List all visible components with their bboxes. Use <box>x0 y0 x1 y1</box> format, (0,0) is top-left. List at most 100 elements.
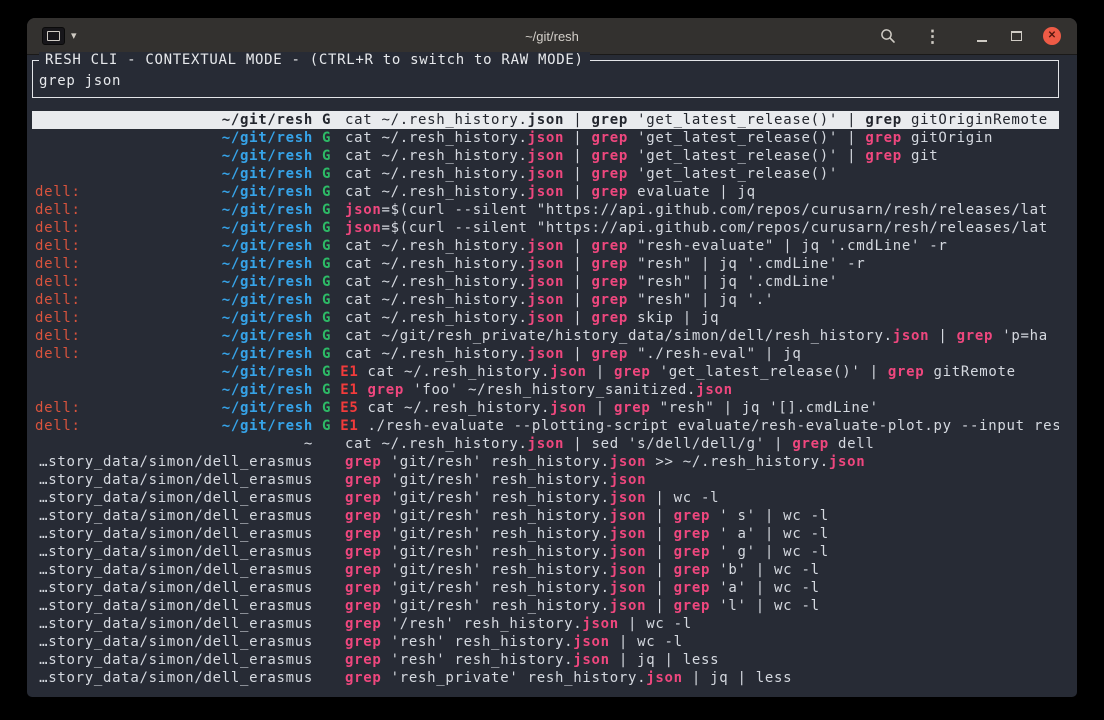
row-flags <box>322 471 336 489</box>
history-row[interactable]: ~/git/reshGcat ~/.resh_history.json | gr… <box>32 165 1059 183</box>
row-command: cat ~/.resh_history.json | grep 'get_lat… <box>345 111 1059 129</box>
history-row[interactable]: dell:~/git/reshG E5cat ~/.resh_history.j… <box>32 399 1059 417</box>
history-row[interactable]: …story_data/simon/dell_erasmusgrep 'git/… <box>32 561 1059 579</box>
row-command: cat ~/.resh_history.json | sed 's/dell/d… <box>345 435 1059 453</box>
match-highlight: grep <box>674 580 711 596</box>
history-row[interactable]: dell:~/git/reshGcat ~/.resh_history.json… <box>32 309 1059 327</box>
history-row[interactable]: ~/git/reshG E1cat ~/.resh_history.json |… <box>32 363 1059 381</box>
history-row[interactable]: …story_data/simon/dell_erasmusgrep 'git/… <box>32 543 1059 561</box>
history-row[interactable]: ~/git/reshGcat ~/.resh_history.json | gr… <box>32 147 1059 165</box>
new-tab-button[interactable]: ▾ <box>42 27 77 45</box>
exit-code-flag: E1 <box>340 364 358 380</box>
row-flags: G E5 <box>322 399 359 417</box>
row-host: dell: <box>35 255 81 273</box>
git-flag: G <box>322 346 331 362</box>
history-row[interactable]: dell:~/git/reshGcat ~/.resh_history.json… <box>32 255 1059 273</box>
row-directory: ~/git/resh <box>222 129 313 147</box>
history-row[interactable]: ~/git/reshGcat ~/.resh_history.json | gr… <box>32 111 1059 129</box>
search-icon <box>880 28 896 44</box>
history-row[interactable]: ~/git/reshGcat ~/.resh_history.json | gr… <box>32 129 1059 147</box>
match-highlight: json <box>573 652 610 668</box>
match-highlight: grep <box>674 544 711 560</box>
search-query-input[interactable]: grep json <box>39 72 121 90</box>
row-flags: G <box>322 327 336 345</box>
match-highlight: grep <box>674 526 711 542</box>
titlebar[interactable]: ▾ ~/git/resh ⋮ ✕ <box>27 18 1077 55</box>
git-flag: G <box>322 166 331 182</box>
search-button[interactable] <box>880 28 896 44</box>
restore-button[interactable] <box>1009 18 1023 54</box>
match-highlight: grep <box>345 454 382 470</box>
history-row[interactable]: …story_data/simon/dell_erasmusgrep 'resh… <box>32 651 1059 669</box>
row-flags: G <box>322 291 336 309</box>
history-row[interactable]: …story_data/simon/dell_erasmusgrep 'git/… <box>32 471 1059 489</box>
row-flags: G E1 <box>322 363 359 381</box>
git-flag: G <box>322 328 331 344</box>
minimize-button[interactable] <box>975 18 989 54</box>
history-row[interactable]: …story_data/simon/dell_erasmusgrep 'resh… <box>32 669 1059 687</box>
row-directory: ~/git/resh <box>222 381 313 399</box>
row-command: grep 'resh' resh_history.json | wc -l <box>345 633 1059 651</box>
history-row[interactable]: …story_data/simon/dell_erasmusgrep '/res… <box>32 615 1059 633</box>
row-command: grep 'git/resh' resh_history.json | wc -… <box>345 489 1059 507</box>
row-directory: …story_data/simon/dell_erasmus <box>39 489 313 507</box>
row-directory: …story_data/simon/dell_erasmus <box>39 633 313 651</box>
history-row[interactable]: …story_data/simon/dell_erasmus grep 'git/… <box>32 489 1059 507</box>
row-directory: …story_data/simon/dell_erasmus <box>39 453 313 471</box>
row-command: grep 'resh' resh_history.json | jq | les… <box>345 651 1059 669</box>
match-highlight: grep <box>345 634 382 650</box>
row-flags <box>322 435 336 453</box>
match-highlight: json <box>646 670 683 686</box>
git-flag: G <box>322 220 331 236</box>
match-highlight: json <box>829 454 866 470</box>
history-row[interactable]: dell:~/git/reshGjson=$(curl --silent "ht… <box>32 219 1059 237</box>
history-row[interactable]: …story_data/simon/dell_erasmus grep 'resh… <box>32 633 1059 651</box>
git-flag: G <box>322 310 331 326</box>
resh-search-box: RESH CLI - CONTEXTUAL MODE - (CTRL+R to … <box>32 60 1059 98</box>
match-highlight: grep <box>345 472 382 488</box>
history-row[interactable]: …story_data/simon/dell_erasmusgrep 'git/… <box>32 597 1059 615</box>
row-directory: ~/git/resh <box>222 111 313 129</box>
match-highlight: grep <box>591 148 628 164</box>
row-flags <box>322 615 336 633</box>
match-highlight: json <box>610 472 647 488</box>
history-row[interactable]: …story_data/simon/dell_erasmusgrep 'git/… <box>32 579 1059 597</box>
kebab-menu-icon: ⋮ <box>924 28 941 45</box>
row-command: cat ~/.resh_history.json | grep "resh" |… <box>368 399 1059 417</box>
row-directory: ~/git/resh <box>222 237 313 255</box>
history-row[interactable]: dell:~/git/reshGcat ~/.resh_history.json… <box>32 237 1059 255</box>
menu-button[interactable]: ⋮ <box>924 28 941 45</box>
history-row[interactable]: dell:~/git/reshGcat ~/.resh_history.json… <box>32 291 1059 309</box>
terminal-window: ▾ ~/git/resh ⋮ ✕ RESH CLI - CONTEXTUAL M… <box>27 18 1077 697</box>
history-row[interactable]: …story_data/simon/dell_erasmusgrep 'git/… <box>32 525 1059 543</box>
match-highlight: json <box>528 346 565 362</box>
git-flag: G <box>322 292 331 308</box>
row-directory: …story_data/simon/dell_erasmus <box>39 507 313 525</box>
history-row[interactable]: dell:~/git/reshG E1./resh-evaluate --plo… <box>32 417 1059 435</box>
row-command: grep '/resh' resh_history.json | wc -l <box>345 615 1059 633</box>
row-host: dell: <box>35 219 81 237</box>
history-row[interactable]: dell:~/git/reshGcat ~/git/resh_private/h… <box>32 327 1059 345</box>
row-flags: G <box>322 201 336 219</box>
row-flags <box>322 579 336 597</box>
close-button[interactable]: ✕ <box>1043 27 1061 45</box>
match-highlight: json <box>528 166 565 182</box>
history-row[interactable]: ~/git/reshG E1grep 'foo' ~/resh_history_… <box>32 381 1059 399</box>
match-highlight: json <box>610 490 647 506</box>
history-row[interactable]: dell:~/git/reshGcat ~/.resh_history.json… <box>32 183 1059 201</box>
history-row[interactable]: dell:~/git/reshGcat ~/.resh_history.json… <box>32 273 1059 291</box>
history-row[interactable]: …story_data/simon/dell_erasmus grep 'git/… <box>32 453 1059 471</box>
history-row[interactable]: …story_data/simon/dell_erasmusgrep 'git/… <box>32 507 1059 525</box>
match-highlight: json <box>696 382 733 398</box>
git-flag: G <box>322 130 331 146</box>
history-row[interactable]: ~cat ~/.resh_history.json | sed 's/dell/… <box>32 435 1059 453</box>
history-row[interactable]: dell:~/git/reshGjson=$(curl --silent "ht… <box>32 201 1059 219</box>
row-command: grep 'git/resh' resh_history.json >> ~/.… <box>345 453 1059 471</box>
match-highlight: grep <box>591 112 628 128</box>
row-command: grep 'git/resh' resh_history.json <box>345 471 1059 489</box>
row-directory: ~/git/resh <box>222 345 313 363</box>
match-highlight: json <box>345 220 382 236</box>
row-command: cat ~/.resh_history.json | grep "./resh-… <box>345 345 1059 363</box>
match-highlight: grep <box>888 364 925 380</box>
history-row[interactable]: dell:~/git/reshGcat ~/.resh_history.json… <box>32 345 1059 363</box>
